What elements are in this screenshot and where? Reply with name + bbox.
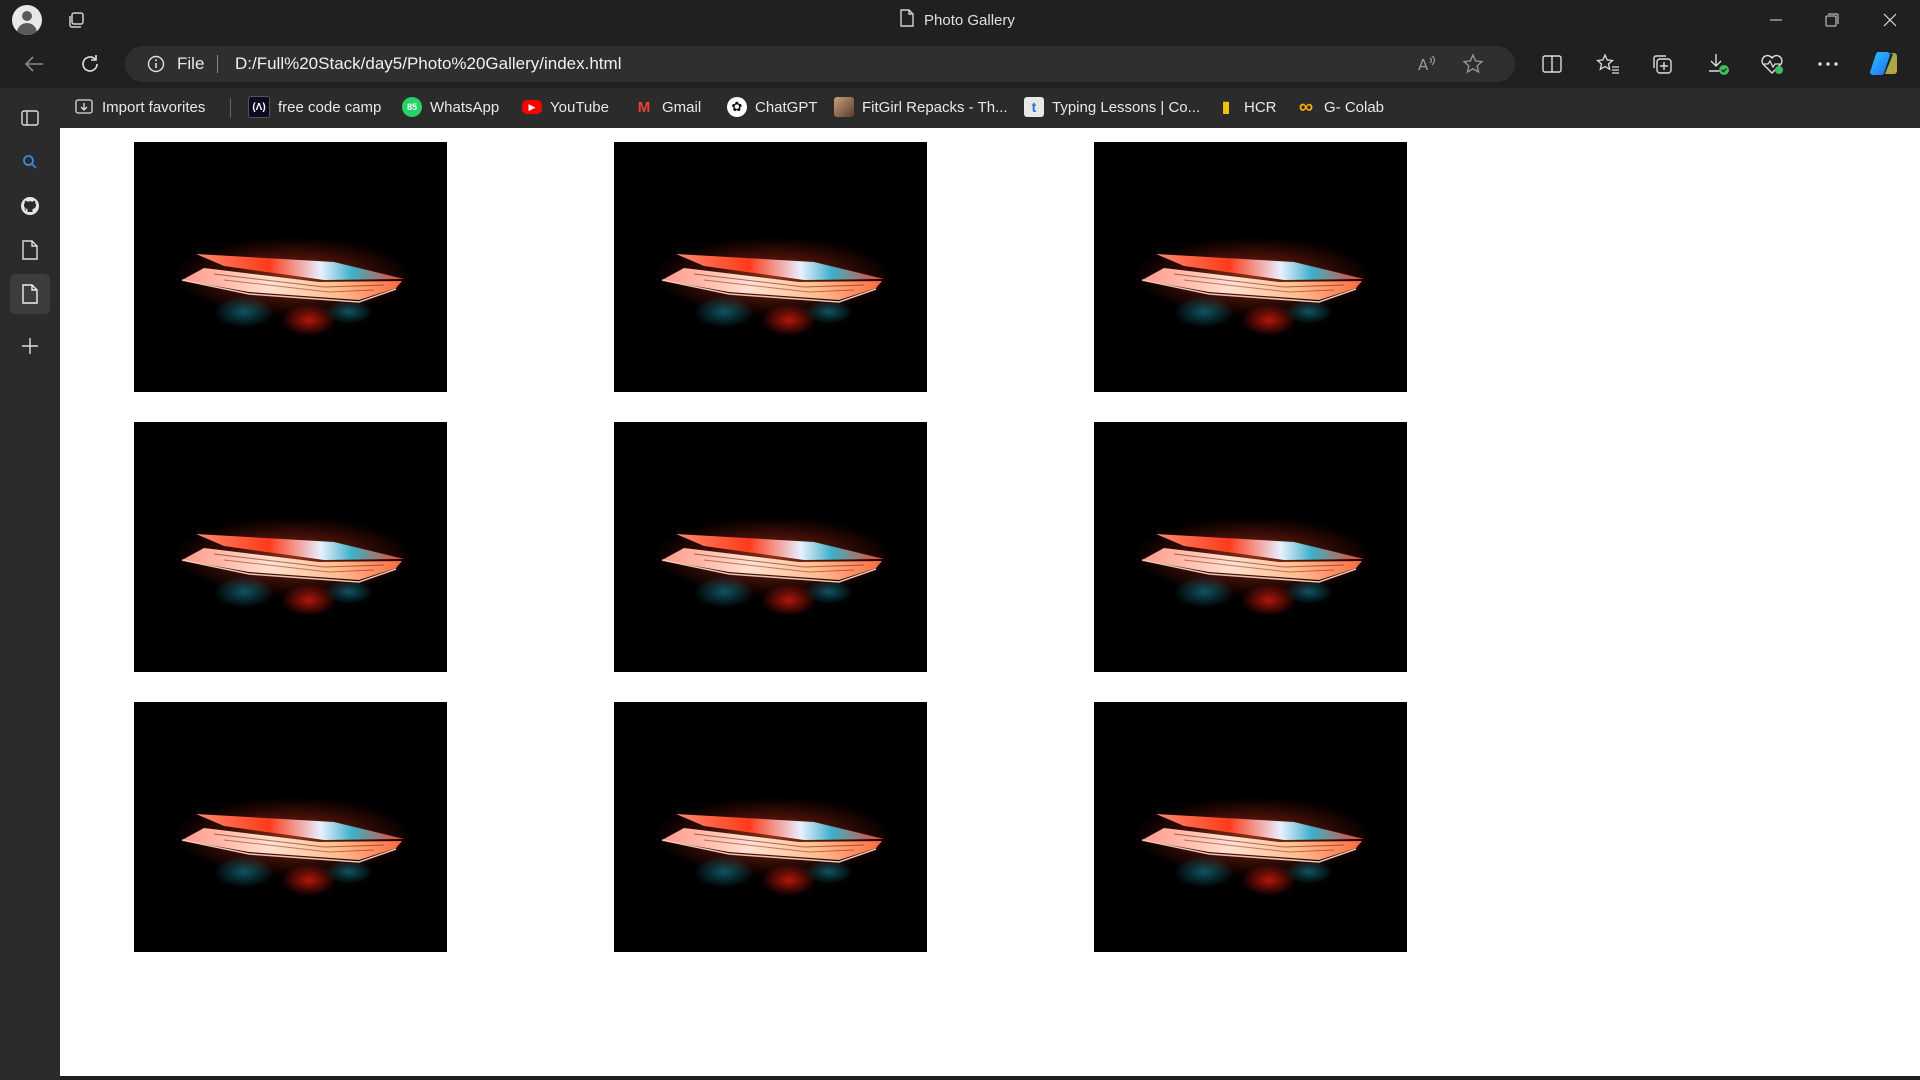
favorite-label: Import favorites [102,98,206,116]
favorite-label: HCR [1244,98,1277,116]
favorite-whatsapp[interactable]: 85 WhatsApp [402,88,499,126]
close-icon [1883,13,1897,27]
split-screen-icon [1542,55,1562,73]
refresh-icon [82,55,98,72]
tabs-icon [21,110,39,126]
address-bar[interactable]: File D:/Full%20Stack/day5/Photo%20Galler… [125,46,1515,82]
favorite-typing[interactable]: t Typing Lessons | Co... [1024,88,1200,126]
page-icon [900,9,914,31]
favorite-gmail[interactable]: M Gmail [634,88,701,126]
gallery-photo [134,142,447,392]
gallery-photo [614,422,927,672]
gallery-photo [134,422,447,672]
gallery-photo [1094,422,1407,672]
gallery-photo [1094,702,1407,952]
site-info-icon[interactable] [147,55,165,73]
freecodecamp-icon: (Λ) [248,96,270,118]
restore-icon [1825,13,1839,27]
favorite-hcr[interactable]: ▮ HCR [1216,88,1277,126]
minimize-icon [1770,19,1782,21]
favorites-divider [230,98,231,118]
add-icon [22,338,38,354]
typing-icon: t [1024,97,1044,117]
favorites-icon [1596,53,1619,74]
sidebar-github-button[interactable] [10,186,50,226]
more-icon [1818,62,1838,66]
more-button[interactable] [1812,48,1844,80]
page-content [60,128,1920,1080]
sidebar-add-button[interactable] [10,326,50,366]
import-icon [74,97,94,117]
hcr-icon: ▮ [1221,99,1231,116]
sidebar-search-button[interactable] [10,142,50,182]
browser-essentials-icon [1761,54,1783,74]
copilot-icon [1870,51,1897,76]
photo-gallery [134,142,1424,952]
back-button[interactable] [18,48,50,80]
gmail-icon: M [637,98,651,116]
gallery-photo [614,142,927,392]
search-icon [23,155,37,169]
restore-button[interactable] [1804,0,1860,40]
favorite-label: free code camp [278,98,382,116]
sidebar-page-button-active[interactable] [10,274,50,314]
address-divider [217,55,218,73]
close-button[interactable] [1862,0,1918,40]
navigation-toolbar: File D:/Full%20Stack/day5/Photo%20Galler… [0,40,1920,88]
downloads-icon [1709,54,1729,75]
title-bar: Photo Gallery [0,0,1920,40]
favorite-import[interactable]: Import favorites [74,88,205,126]
favorite-label: ChatGPT [755,98,818,116]
profile-avatar[interactable] [12,5,42,35]
window-bottom-edge [60,1076,1920,1080]
youtube-icon: ▶ [522,100,542,114]
address-scheme-label: File [177,54,205,73]
copilot-button[interactable] [1868,48,1900,80]
gallery-photo [1094,142,1407,392]
collections-icon [1653,55,1672,74]
favorite-chatgpt[interactable]: ✿ ChatGPT [727,88,818,126]
favorite-label: Gmail [662,98,702,116]
collections-button[interactable] [1646,48,1678,80]
page-icon [22,284,38,304]
github-icon [21,197,39,215]
favorite-label: YouTube [550,98,609,116]
favorite-freecodecamp[interactable]: (Λ) free code camp [248,88,381,126]
downloads-button[interactable] [1702,48,1734,80]
tab-actions-button[interactable] [10,98,50,138]
gallery-photo [614,702,927,952]
favorite-colab[interactable]: ∞ G- Colab [1296,88,1384,126]
whatsapp-icon: 85 [402,97,422,117]
split-screen-button[interactable] [1536,48,1568,80]
back-arrow-icon [24,56,43,72]
vertical-sidebar [0,88,60,1080]
favorite-label: WhatsApp [430,98,500,116]
svg-text:A: A [1418,56,1429,74]
page-icon [22,240,38,260]
favorite-label: Typing Lessons | Co... [1052,98,1201,116]
window-title: Photo Gallery [900,0,1015,40]
workspaces-icon[interactable] [66,10,86,30]
chatgpt-icon: ✿ [727,97,747,117]
colab-icon: ∞ [1298,95,1314,118]
gallery-photo [134,702,447,952]
read-aloud-icon[interactable]: A [1415,52,1439,76]
favorite-label: FitGirl Repacks - Th... [862,98,1008,116]
favorite-youtube[interactable]: ▶ YouTube [522,88,609,126]
address-url[interactable]: D:/Full%20Stack/day5/Photo%20Gallery/ind… [235,46,621,82]
browser-essentials-button[interactable] [1756,48,1788,80]
favorite-fitgirl[interactable]: FitGirl Repacks - Th... [834,88,1008,126]
window-title-text: Photo Gallery [924,11,1015,29]
favorite-label: G- Colab [1324,98,1385,116]
favorites-button[interactable] [1592,48,1624,80]
favorites-bar: Import favorites (Λ) free code camp 85 W… [0,88,1920,128]
minimize-button[interactable] [1748,0,1804,40]
favorite-star-icon[interactable] [1461,52,1485,76]
fitgirl-icon [834,97,854,117]
refresh-button[interactable] [74,48,106,80]
sidebar-page-button[interactable] [10,230,50,270]
